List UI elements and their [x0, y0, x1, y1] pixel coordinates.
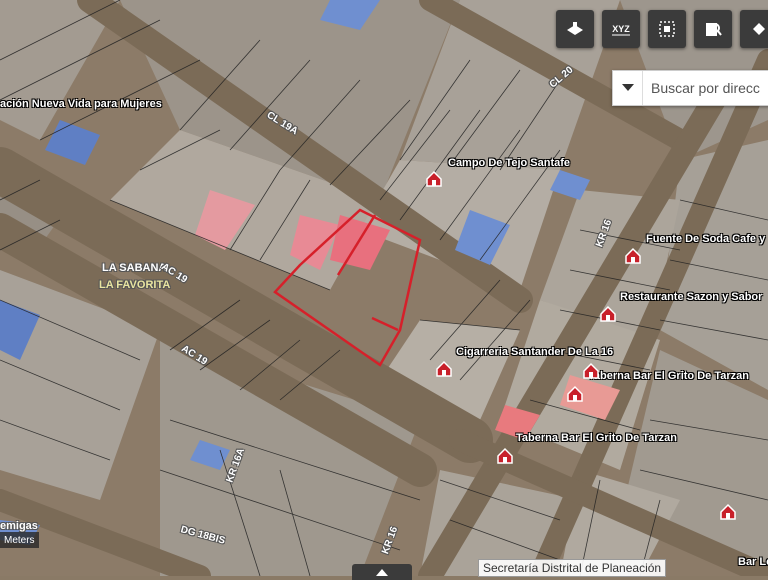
- select-area-button[interactable]: [648, 10, 686, 48]
- poi-house-icon[interactable]: [425, 170, 443, 188]
- xyz-label: XYZ: [612, 24, 630, 34]
- poi-house-icon[interactable]: [496, 447, 514, 465]
- chevron-up-icon: [376, 568, 388, 576]
- poi-label-fuente-soda: Fuente De Soda Cafe y I: [646, 233, 768, 245]
- chevron-down-icon: [621, 84, 634, 91]
- poi-label-campo-tejo: Campo De Tejo Santafe: [448, 157, 571, 169]
- poi-house-icon[interactable]: [435, 360, 453, 378]
- erase-icon: [753, 23, 765, 35]
- poi-label-restaurante: Restaurante Sazon y Sabor: [620, 291, 763, 303]
- xyz-coordinates-icon: XYZ: [612, 24, 630, 36]
- poi-house-icon[interactable]: [624, 247, 642, 265]
- search-document-icon: [706, 23, 722, 36]
- poi-label-taberna-1: Taberna Bar El Grito De Tarzan: [588, 370, 749, 382]
- poi-label-cigarreria: Cigarreria Santander De La 16: [456, 346, 614, 358]
- panel-toggle-button[interactable]: [352, 564, 412, 580]
- erase-button[interactable]: [740, 10, 768, 48]
- attribution: Secretaría Distrital de Planeación: [478, 559, 667, 577]
- search-input[interactable]: [643, 79, 768, 97]
- map-layers-icon: [567, 22, 583, 35]
- poi-label-bar-lo: Bar Lo: [738, 556, 768, 568]
- map-layers-button[interactable]: [556, 10, 594, 48]
- poi-label-migas: emigas: [0, 520, 38, 532]
- scale-bar: Meters: [0, 532, 39, 548]
- poi-house-icon[interactable]: [719, 503, 737, 521]
- search-document-button[interactable]: [694, 10, 732, 48]
- xyz-coordinates-button[interactable]: XYZ: [602, 10, 640, 48]
- select-area-icon: [659, 21, 675, 37]
- address-search: [612, 70, 768, 106]
- neighborhood-label-la-sabana: LA SABANA: [102, 262, 167, 274]
- poi-house-icon[interactable]: [582, 362, 600, 380]
- poi-house-icon[interactable]: [599, 305, 617, 323]
- neighborhood-label-la-favorita: LA FAVORITA: [99, 279, 171, 291]
- poi-house-icon[interactable]: [566, 385, 584, 403]
- scale-label: Meters: [4, 534, 35, 546]
- map-toolbar: XYZ: [556, 10, 768, 48]
- poi-label-nueva-vida: ación Nueva Vida para Mujeres: [0, 98, 162, 110]
- search-dropdown-toggle[interactable]: [613, 71, 643, 105]
- poi-label-taberna-2: Taberna Bar El Grito De Tarzan: [516, 432, 677, 444]
